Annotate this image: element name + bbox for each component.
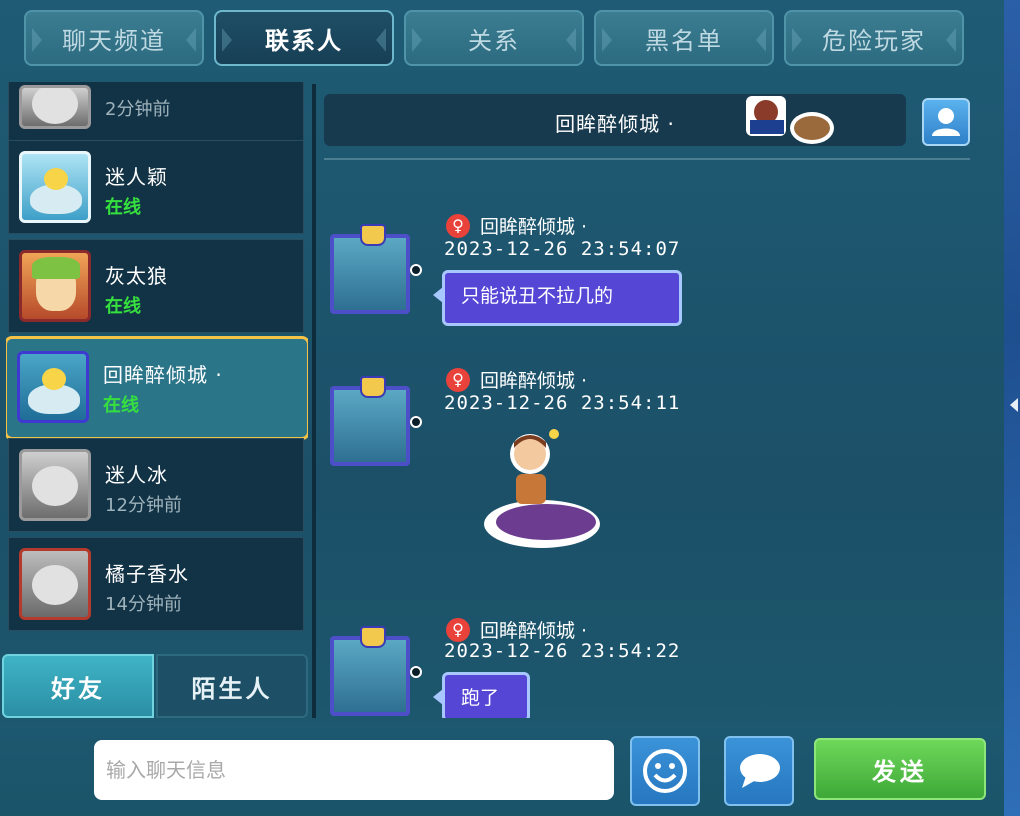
message-header: ♀ 回眸醉倾城 · <box>446 366 587 393</box>
header-divider <box>324 158 970 160</box>
message-timestamp: 2023-12-26 23:54:22 <box>444 640 681 662</box>
avatar-image <box>32 257 80 279</box>
tab-contacts-label: 联系人 <box>265 26 343 55</box>
contact-item[interactable]: 迷人颖 在线 <box>8 140 304 234</box>
chat-panel[interactable]: 回眸醉倾城 · ♀ 回眸醉倾城 · 2023-12-26 23:54:07 只能… <box>318 82 992 718</box>
avatar <box>19 548 91 620</box>
message-bubble[interactable]: 跑了 <box>433 672 530 718</box>
message-sender: 回眸醉倾城 · <box>480 620 588 642</box>
sticker-image[interactable] <box>480 428 604 552</box>
avatar <box>19 85 91 129</box>
speech-bubble-icon <box>740 754 780 788</box>
tab-relations-label: 关系 <box>468 26 520 55</box>
contact-list[interactable]: 2分钟前 迷人颖 在线 灰太狼 在线 回眸醉倾城 · 在线 迷人冰 12分钟前 … <box>6 82 308 648</box>
crown-icon <box>360 626 386 648</box>
contact-item[interactable]: 迷人冰 12分钟前 <box>8 438 304 532</box>
background-edge <box>1004 0 1020 816</box>
input-bar: 发送 <box>0 722 1004 816</box>
message-bubble[interactable]: 只能说丑不拉几的 <box>433 270 682 326</box>
message-timestamp: 2023-12-26 23:54:11 <box>444 392 681 414</box>
quick-message-button[interactable] <box>724 736 794 806</box>
avatar <box>17 351 89 423</box>
crown-icon <box>360 224 386 246</box>
tab-friends[interactable]: 好友 <box>2 654 154 718</box>
frame-dot <box>410 264 422 276</box>
tab-blacklist-label: 黑名单 <box>645 26 723 55</box>
contact-status: 14分钟前 <box>105 594 182 615</box>
tab-dangerous-players[interactable]: 危险玩家 <box>784 10 964 66</box>
frame-dot <box>410 416 422 428</box>
message-header: ♀ 回眸醉倾城 · <box>446 616 587 643</box>
tab-relations[interactable]: 关系 <box>404 10 584 66</box>
female-gender-icon: ♀ <box>446 617 470 642</box>
avatar <box>19 250 91 322</box>
contact-item[interactable]: 2分钟前 <box>8 82 304 142</box>
contact-status: 在线 <box>105 197 141 218</box>
character-sticker-image <box>746 96 834 144</box>
contact-item-selected[interactable]: 回眸醉倾城 · 在线 <box>6 336 308 440</box>
crown-icon <box>360 376 386 398</box>
contact-name: 回眸醉倾城 · <box>103 363 223 387</box>
contact-status: 在线 <box>105 296 141 317</box>
tab-chat-channel-label: 聊天频道 <box>62 26 166 55</box>
contact-status: 在线 <box>103 395 139 416</box>
tab-chat-channel[interactable]: 聊天频道 <box>24 10 204 66</box>
top-tab-bar: 聊天频道 联系人 关系 黑名单 危险玩家 <box>24 10 964 66</box>
message-timestamp: 2023-12-26 23:54:07 <box>444 238 681 260</box>
contact-status: 12分钟前 <box>105 495 182 516</box>
message-avatar[interactable] <box>326 376 422 468</box>
avatar-frame <box>330 234 410 314</box>
female-gender-icon: ♀ <box>446 367 470 392</box>
contact-name: 橘子香水 <box>105 562 189 586</box>
smiley-icon <box>643 749 687 793</box>
contact-status: 2分钟前 <box>105 99 171 120</box>
tab-blacklist[interactable]: 黑名单 <box>594 10 774 66</box>
user-icon <box>932 108 960 136</box>
avatar-image <box>32 565 78 605</box>
avatar <box>19 151 91 223</box>
avatar-image <box>32 88 78 124</box>
contact-name: 迷人冰 <box>105 463 168 487</box>
profile-button[interactable] <box>922 98 970 146</box>
expand-arrow-icon[interactable] <box>1010 398 1018 412</box>
tab-contacts[interactable]: 联系人 <box>214 10 394 66</box>
chat-window: 聊天频道 联系人 关系 黑名单 危险玩家 2分钟前 迷人颖 在线 灰太狼 在线 … <box>0 0 1004 816</box>
send-button-label: 发送 <box>872 757 928 786</box>
contact-item[interactable]: 橘子香水 14分钟前 <box>8 537 304 631</box>
avatar-image <box>32 466 78 506</box>
tab-strangers-label: 陌生人 <box>191 674 273 703</box>
avatar-image <box>42 368 66 390</box>
contact-name: 迷人颖 <box>105 165 168 189</box>
message-sender: 回眸醉倾城 · <box>480 216 588 238</box>
contact-name: 灰太狼 <box>105 264 168 288</box>
message-avatar[interactable] <box>326 224 422 316</box>
message-sender: 回眸醉倾城 · <box>480 370 588 392</box>
frame-dot <box>410 666 422 678</box>
panel-divider <box>312 84 316 718</box>
avatar-image <box>44 168 68 190</box>
message-avatar[interactable] <box>326 626 422 718</box>
chat-message-input[interactable] <box>94 740 614 800</box>
tab-strangers[interactable]: 陌生人 <box>156 654 308 718</box>
chat-header: 回眸醉倾城 · <box>324 94 906 146</box>
tab-friends-label: 好友 <box>51 674 105 703</box>
avatar-frame <box>330 636 410 716</box>
female-gender-icon: ♀ <box>446 213 470 238</box>
send-button[interactable]: 发送 <box>814 738 986 800</box>
avatar-frame <box>330 386 410 466</box>
tab-dangerous-players-label: 危险玩家 <box>822 26 926 55</box>
contact-item[interactable]: 灰太狼 在线 <box>8 239 304 333</box>
message-header: ♀ 回眸醉倾城 · <box>446 212 587 239</box>
emoji-button[interactable] <box>630 736 700 806</box>
avatar <box>19 449 91 521</box>
